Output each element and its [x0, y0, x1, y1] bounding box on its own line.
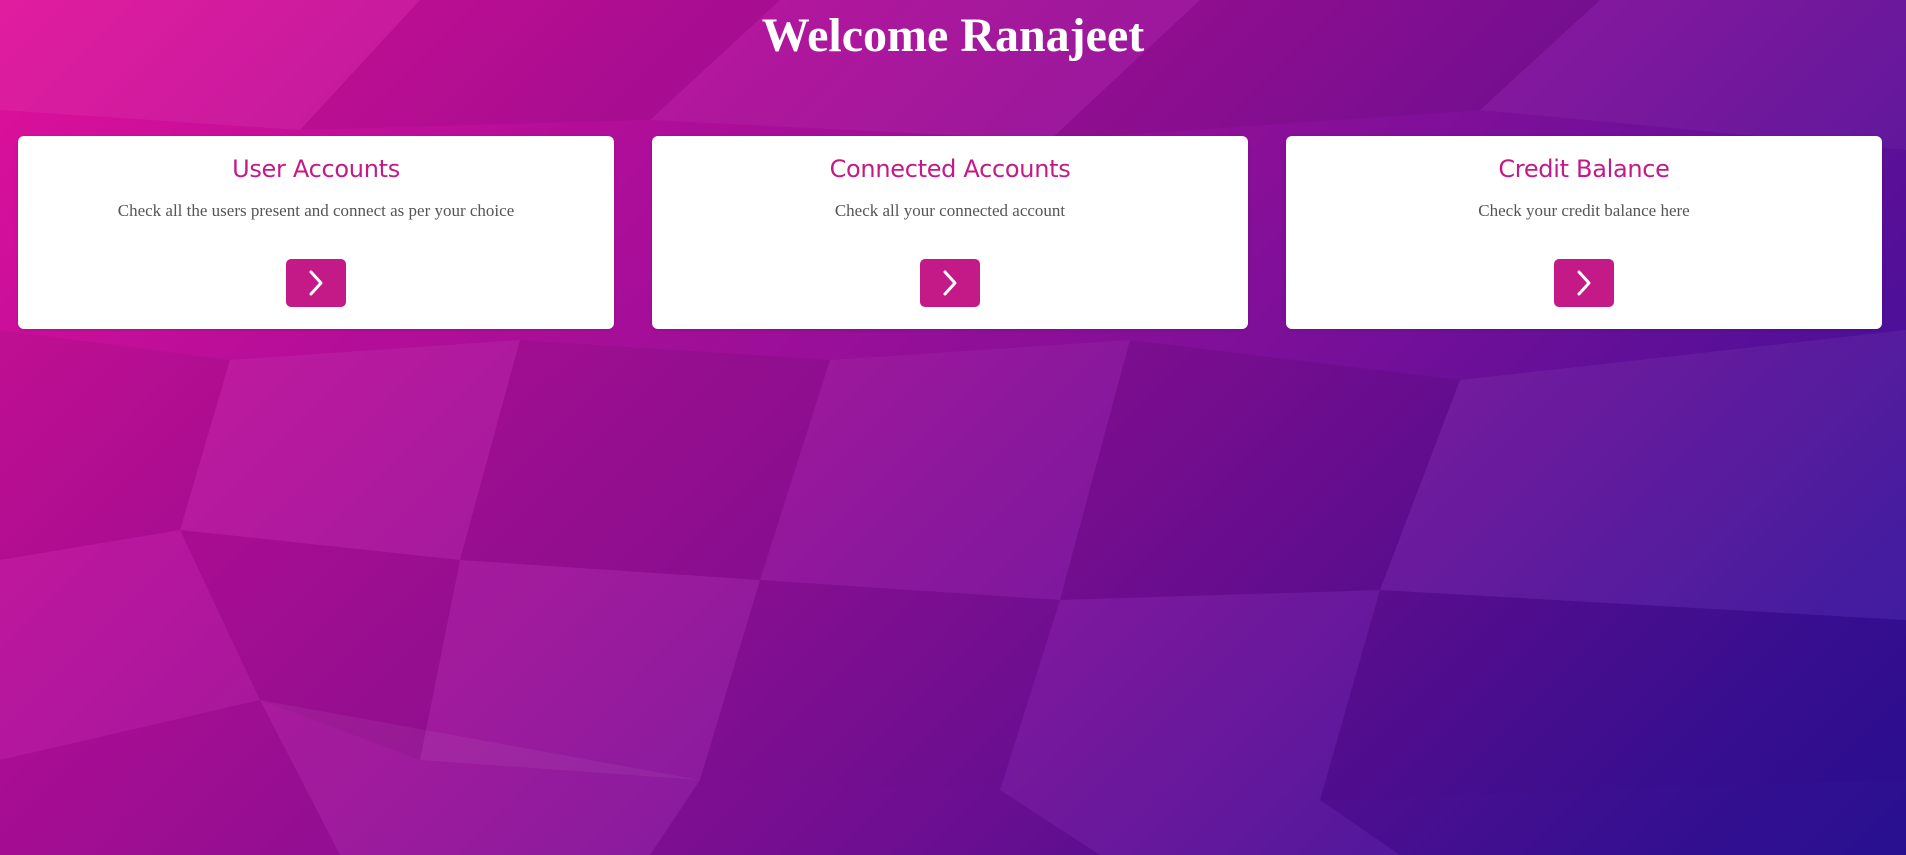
card-title: Connected Accounts — [829, 155, 1071, 183]
chevron-right-icon — [309, 270, 323, 296]
card-title: Credit Balance — [1498, 155, 1670, 183]
open-user-accounts-button[interactable] — [286, 259, 346, 307]
card-connected-accounts: Connected Accounts Check all your connec… — [652, 136, 1248, 329]
chevron-right-icon — [1577, 270, 1591, 296]
chevron-right-icon — [943, 270, 957, 296]
page-title: Welcome Ranajeet — [761, 9, 1145, 62]
card-description: Check all your connected account — [834, 201, 1066, 220]
card-credit-balance: Credit Balance Check your credit balance… — [1286, 136, 1882, 329]
open-credit-balance-button[interactable] — [1554, 259, 1614, 307]
card-description: Check all the users present and connect … — [117, 201, 515, 220]
card-description: Check your credit balance here — [1478, 201, 1690, 220]
background-pattern — [0, 0, 1906, 855]
card-user-accounts: User Accounts Check all the users presen… — [18, 136, 614, 329]
card-title: User Accounts — [232, 155, 400, 183]
open-connected-accounts-button[interactable] — [920, 259, 980, 307]
card-grid: User Accounts Check all the users presen… — [18, 136, 1882, 329]
